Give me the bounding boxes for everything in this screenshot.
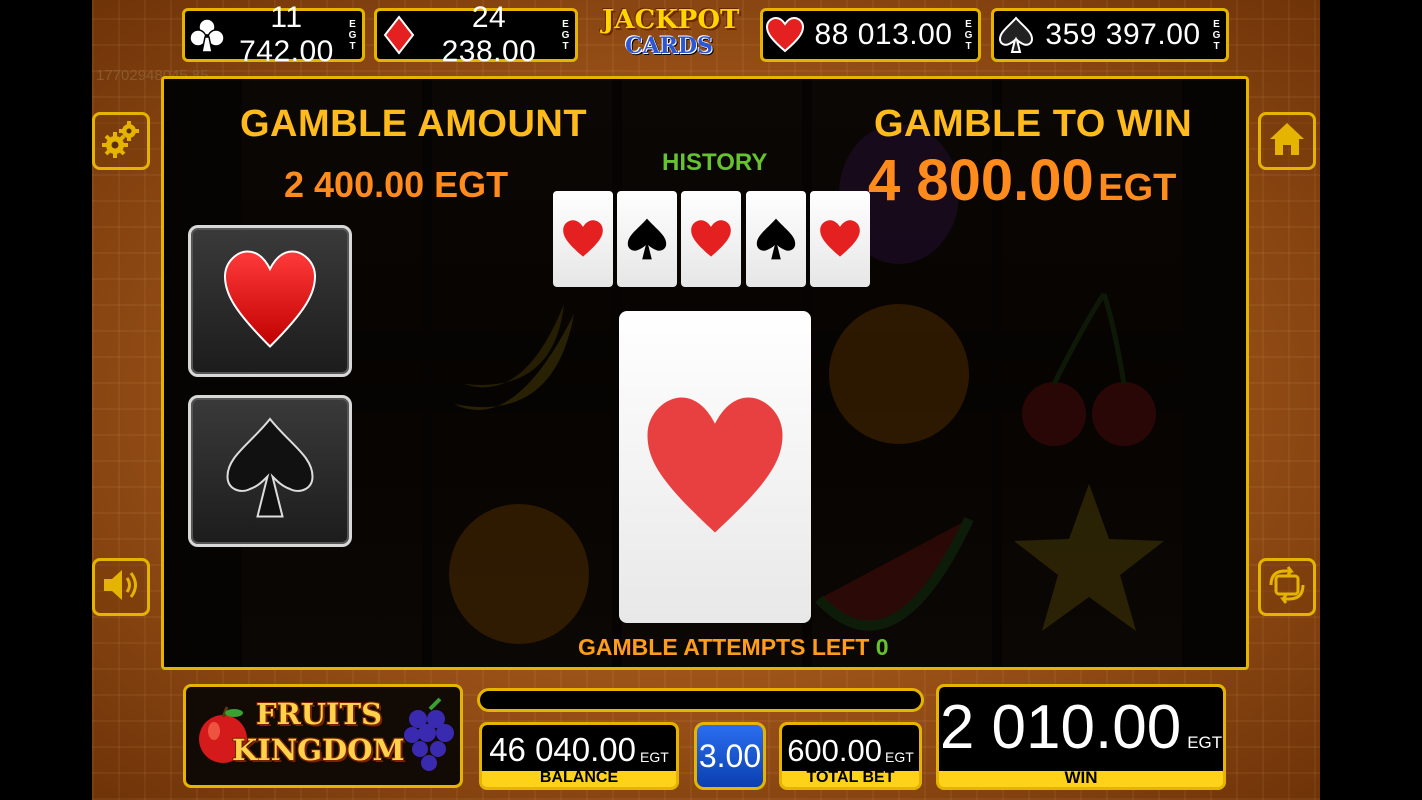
jackpot-logo-line1: JACKPOT xyxy=(602,5,740,35)
game-logo-line1: FRUITS xyxy=(256,697,383,731)
gamble-to-win-value: 4 800.00 xyxy=(868,148,1094,213)
jackpot-cards-logo: JACKPOT CARDS xyxy=(602,5,740,66)
history-card-spade xyxy=(617,191,677,287)
gamble-to-win-currency: EGT xyxy=(1098,167,1177,209)
gamble-attempts: GAMBLE ATTEMPTS LEFT 0 xyxy=(578,634,889,661)
jackpot-logo-line2: CARDS xyxy=(625,33,713,59)
sound-button[interactable] xyxy=(92,558,150,616)
balance-box: 46 040.00 EGT BALANCE xyxy=(479,722,679,790)
history-card-heart xyxy=(553,191,613,287)
heart-icon xyxy=(220,244,320,359)
club-icon xyxy=(185,13,229,57)
balance-currency: EGT xyxy=(640,749,669,765)
home-icon xyxy=(1267,119,1307,164)
heart-icon xyxy=(637,390,793,545)
gamble-attempts-label: GAMBLE ATTEMPTS LEFT xyxy=(578,634,870,660)
total-bet-label: TOTAL BET xyxy=(806,769,895,786)
status-strip xyxy=(477,688,924,712)
total-bet-box[interactable]: 600.00 EGT TOTAL BET xyxy=(779,722,922,790)
heart-icon xyxy=(763,13,807,57)
gamble-attempts-value: 0 xyxy=(875,634,889,660)
history-card-heart xyxy=(810,191,870,287)
win-value: 2 010.00 xyxy=(939,693,1182,762)
gamble-amount-label: GAMBLE AMOUNT xyxy=(240,103,588,145)
jackpot-diamonds: 24 238.00 EGT xyxy=(374,1,578,68)
gamble-amount-value: 2 400.00 EGT xyxy=(284,164,509,205)
fruits-kingdom-logo: FRUITS KINGDOM xyxy=(183,684,463,788)
diamond-icon xyxy=(377,13,421,57)
total-bet-currency: EGT xyxy=(885,749,914,765)
jackpot-diamonds-value: 24 238.00 xyxy=(441,1,537,68)
total-bet-value: 600.00 xyxy=(787,733,883,768)
grapes-icon xyxy=(400,697,460,782)
jackpot-clubs-currency: EGT xyxy=(347,18,358,52)
jackpot-hearts-value: 88 013.00 xyxy=(814,18,953,51)
jackpot-clubs: 11 742.00 EGT xyxy=(182,1,365,68)
home-button[interactable] xyxy=(1258,112,1316,170)
speaker-icon xyxy=(100,565,142,610)
jackpot-hearts: 88 013.00 EGT xyxy=(760,8,981,62)
game-logo-line2: KINGDOM xyxy=(232,733,405,767)
left-letterbox xyxy=(0,0,92,800)
history-card-spade xyxy=(746,191,806,287)
denomination-button[interactable]: 3.00 xyxy=(694,722,766,790)
jackpot-spades: 359 397.00 EGT xyxy=(991,8,1229,62)
spade-icon xyxy=(220,411,320,532)
jackpot-clubs-value: 11 742.00 xyxy=(239,1,334,68)
jackpot-spades-currency: EGT xyxy=(1211,18,1222,52)
gamble-panel: GAMBLE AMOUNT 2 400.00 EGT GAMBLE TO WIN… xyxy=(161,76,1249,670)
black-choice-button[interactable] xyxy=(188,395,352,547)
history-card-heart xyxy=(681,191,741,287)
red-choice-button[interactable] xyxy=(188,225,352,377)
current-card xyxy=(619,311,811,623)
win-label: WIN xyxy=(1064,768,1098,787)
jackpot-diamonds-currency: EGT xyxy=(560,18,571,52)
repeat-icon xyxy=(1267,565,1307,610)
gear-icon xyxy=(101,119,141,164)
history-label: HISTORY xyxy=(662,149,768,176)
win-currency: EGT xyxy=(1187,733,1223,752)
gamble-to-win-label: GAMBLE TO WIN xyxy=(874,103,1193,145)
balance-label: BALANCE xyxy=(539,769,619,786)
spade-icon xyxy=(994,13,1038,57)
jackpot-hearts-currency: EGT xyxy=(963,18,974,52)
gamble-to-win: 4 800.00 EGT xyxy=(868,147,1176,214)
win-box: 2 010.00 EGT WIN xyxy=(936,684,1226,790)
jackpot-spades-value: 359 397.00 xyxy=(1045,18,1201,51)
right-letterbox xyxy=(1320,0,1422,800)
autoplay-button[interactable] xyxy=(1258,558,1316,616)
settings-button[interactable] xyxy=(92,112,150,170)
balance-value: 46 040.00 xyxy=(489,731,637,768)
